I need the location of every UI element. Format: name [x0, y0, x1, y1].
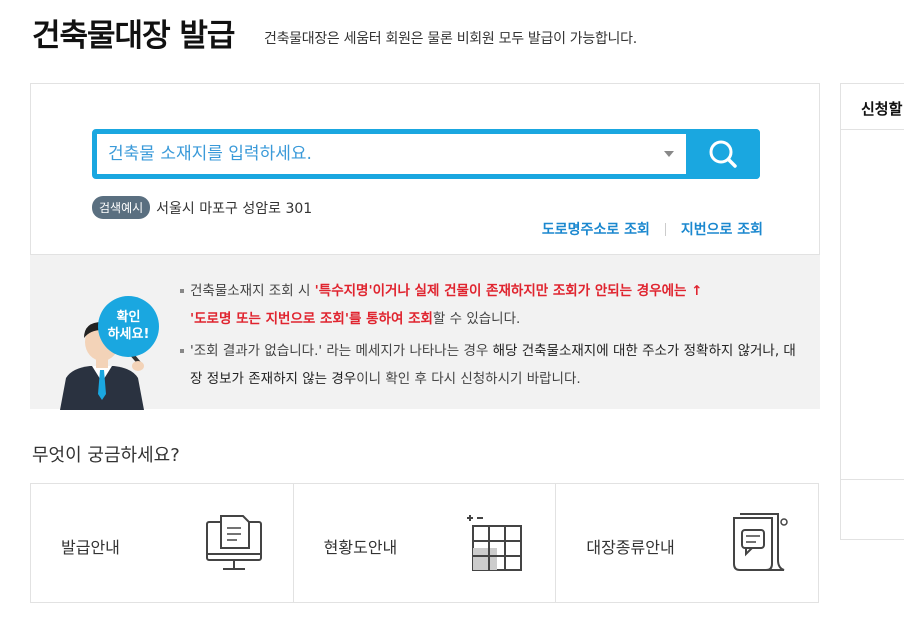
faq-card-label: 발급안내	[61, 538, 120, 557]
example-text: 서울시 마포구 성암로 301	[156, 200, 313, 217]
scroll-document-icon	[733, 513, 788, 571]
notice-item: 건축물소재지 조회 시 '특수지명'이거나 실제 건물이 존재하지만 조회가 안…	[180, 277, 800, 333]
grid-plan-icon	[467, 515, 523, 571]
check-bubble: 확인 하세요!	[98, 296, 159, 357]
notice-highlight: '도로명 또는 지번으로 조회'를 통하여 조회	[190, 311, 433, 327]
example-badge: 검색예시	[92, 196, 151, 219]
bubble-line2: 하세요!	[107, 327, 150, 342]
faq-title: 무엇이 궁금하세요?	[32, 445, 180, 466]
notice-panel: 확인 하세요! 건축물소재지 조회 시 '특수지명'이거나 실제 건물이 존재하…	[30, 255, 820, 410]
side-panel: 신청할	[840, 83, 904, 540]
page-subtitle: 건축물대장은 세움터 회원은 물론 비회원 모두 발급이 가능합니다.	[264, 31, 637, 47]
search-button[interactable]	[686, 129, 760, 179]
notice-text: 이니 확인 후 다시 신청하시기 바랍니다.	[356, 371, 581, 387]
link-divider	[664, 222, 666, 236]
search-bar	[92, 129, 760, 179]
notice-text: 건축물소재지 조회 시	[190, 283, 315, 299]
road-address-lookup-link[interactable]: 도로명주소로 조회	[542, 219, 650, 239]
bubble-line1: 확인	[116, 310, 141, 325]
faq-card-label: 현황도안내	[323, 538, 398, 557]
side-divider	[841, 479, 904, 480]
notice-highlight: '특수지명'이거나 실제 건물이 존재하지만 조회가 안되는 경우에는 ↑	[314, 283, 703, 299]
search-panel: 검색예시 서울시 마포구 성암로 301 도로명주소로 조회 지번으로 조회	[30, 83, 820, 255]
address-search-input[interactable]	[97, 134, 691, 174]
faq-card-label: 대장종류안내	[586, 538, 675, 557]
side-panel-title: 신청할	[861, 100, 903, 118]
page-title: 건축물대장 발급	[32, 18, 235, 54]
side-divider	[841, 129, 904, 130]
lookup-links: 도로명주소로 조회 지번으로 조회	[542, 219, 763, 239]
chevron-down-icon[interactable]	[664, 151, 674, 157]
search-example: 검색예시 서울시 마포구 성암로 301	[92, 196, 312, 219]
notice-text: '조회 결과가 없습니다.' 라는 메세지가 나타나는 경우	[190, 343, 493, 359]
lot-number-lookup-link[interactable]: 지번으로 조회	[681, 219, 763, 239]
search-icon	[709, 140, 737, 168]
notice-list: 건축물소재지 조회 시 '특수지명'이거나 실제 건물이 존재하지만 조회가 안…	[180, 277, 800, 393]
monitor-document-icon	[205, 515, 262, 570]
faq-card-register-types[interactable]: 대장종류안내	[556, 484, 818, 602]
faq-cards: 발급안내 현황도안내 대장종류안내	[30, 483, 819, 603]
notice-text: 할 수 있습니다.	[432, 311, 521, 327]
faq-card-floor-plan[interactable]: 현황도안내	[294, 484, 557, 602]
faq-card-issuance[interactable]: 발급안내	[31, 484, 294, 602]
notice-item: '조회 결과가 없습니다.' 라는 메세지가 나타나는 경우 해당 건축물소재지…	[180, 337, 800, 393]
